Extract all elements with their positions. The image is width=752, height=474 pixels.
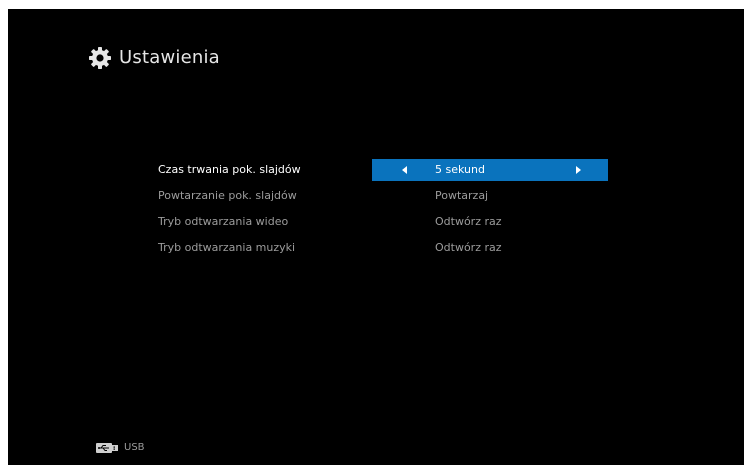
page-title: Ustawienia — [119, 47, 220, 68]
setting-value-selector[interactable]: Odtwórz raz — [372, 237, 608, 259]
setting-row-slideshow-repeat[interactable]: Powtarzanie pok. slajdów Powtarzaj — [8, 185, 744, 207]
setting-label: Tryb odtwarzania muzyki — [158, 241, 296, 254]
setting-value: Odtwórz raz — [435, 241, 502, 254]
setting-value-selector[interactable]: Odtwórz raz — [372, 211, 608, 233]
setting-row-slideshow-duration[interactable]: Czas trwania pok. slajdów 5 sekund — [8, 159, 744, 181]
setting-label: Czas trwania pok. slajdów — [158, 163, 301, 176]
setting-value: Odtwórz raz — [435, 215, 502, 228]
source-indicator: USB — [96, 441, 145, 455]
setting-row-music-playback-mode[interactable]: Tryb odtwarzania muzyki Odtwórz raz — [8, 237, 744, 259]
setting-row-video-playback-mode[interactable]: Tryb odtwarzania wideo Odtwórz raz — [8, 211, 744, 233]
usb-icon — [96, 443, 118, 453]
page-header: Ustawienia — [88, 45, 220, 71]
settings-screen: Ustawienia Czas trwania pok. slajdów 5 s… — [8, 9, 744, 465]
setting-value: 5 sekund — [435, 163, 485, 176]
arrow-left-icon[interactable] — [402, 166, 407, 174]
setting-label: Tryb odtwarzania wideo — [158, 215, 289, 228]
setting-value-selector[interactable]: 5 sekund — [372, 159, 608, 181]
source-label: USB — [124, 442, 145, 453]
setting-label: Powtarzanie pok. slajdów — [158, 189, 297, 202]
setting-value-selector[interactable]: Powtarzaj — [372, 185, 608, 207]
arrow-right-icon[interactable] — [576, 166, 581, 174]
setting-value: Powtarzaj — [435, 189, 489, 202]
gear-icon — [89, 47, 111, 69]
